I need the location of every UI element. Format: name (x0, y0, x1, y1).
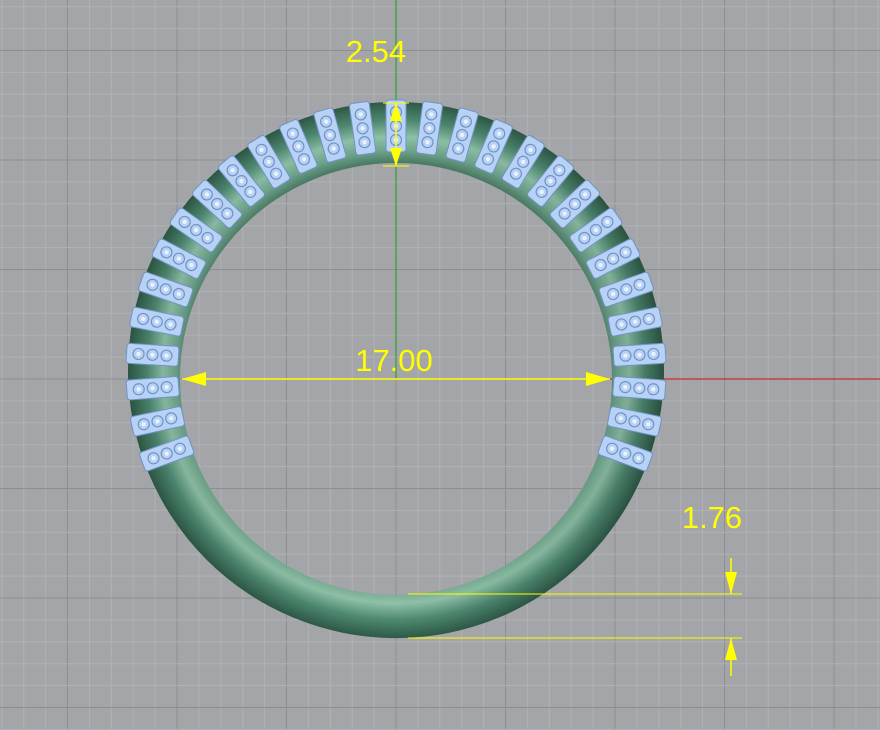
3d-viewport[interactable]: 2.54 17.00 1.76 (0, 0, 880, 730)
gem-setting (125, 342, 180, 367)
inner-diameter-value: 17.00 (355, 343, 433, 378)
gem-setting (612, 342, 667, 367)
gem-setting (612, 375, 667, 401)
band-width-top-value: 2.54 (346, 34, 406, 69)
band-thickness-bottom-value: 1.76 (682, 500, 742, 535)
gem-setting (125, 375, 180, 401)
dimension-inner-diameter[interactable]: 17.00 (182, 343, 610, 386)
viewport-canvas[interactable]: 2.54 17.00 1.76 (0, 0, 880, 730)
